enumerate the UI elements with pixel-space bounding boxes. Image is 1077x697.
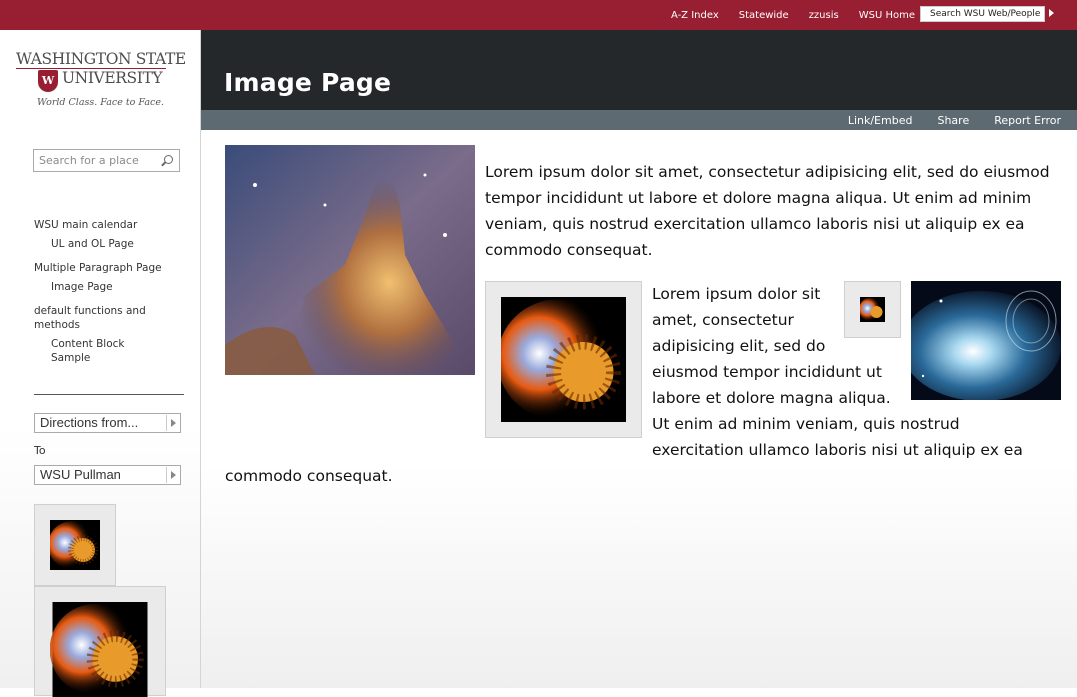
share-button[interactable]: Share bbox=[937, 114, 969, 127]
logo-line2: UNIVERSITY bbox=[62, 69, 163, 87]
paragraph-1: Lorem ipsum dolor sit amet, consectetur … bbox=[485, 163, 1050, 259]
paragraph-2-end: commodo consequat. bbox=[225, 467, 393, 485]
sidebar-item-wsu-main-calendar[interactable]: WSU main calendar bbox=[34, 218, 184, 232]
chevron-right-icon bbox=[171, 419, 176, 427]
place-search-input[interactable]: Search for a place bbox=[33, 149, 180, 172]
galaxy-image[interactable] bbox=[911, 281, 1061, 400]
select-separator bbox=[166, 415, 167, 431]
sidebar-item-multiple-paragraph-page[interactable]: Multiple Paragraph Page bbox=[34, 261, 184, 275]
main-content: Lorem ipsum dolor sit amet, consectetur … bbox=[201, 130, 1077, 688]
statewide-link[interactable]: Statewide bbox=[739, 10, 789, 21]
paragraph-2-line: exercitation ullamco laboris nisi ut ali… bbox=[652, 441, 1023, 459]
sidebar-divider bbox=[34, 394, 184, 395]
sidebar-item-content-block-sample[interactable]: Content Block Sample bbox=[34, 337, 141, 365]
to-label: To bbox=[34, 444, 46, 457]
chevron-right-icon bbox=[171, 471, 176, 479]
sidebar: WASHINGTON STATE W UNIVERSITY World Clas… bbox=[0, 30, 201, 697]
logo-line1: WASHINGTON STATE bbox=[16, 50, 186, 68]
directions-from-value: Directions from... bbox=[40, 415, 139, 430]
zzusis-link[interactable]: zzusis bbox=[809, 10, 839, 21]
sidebar-thumbnail-large[interactable] bbox=[34, 586, 166, 697]
exploding-star-image bbox=[501, 297, 626, 422]
link-embed-button[interactable]: Link/Embed bbox=[848, 114, 913, 127]
top-links: A-Z Index Statewide zzusis WSU Home bbox=[651, 0, 915, 30]
sidebar-item-default-functions[interactable]: default functions and methods bbox=[34, 304, 164, 332]
wsu-logo[interactable]: WASHINGTON STATE W UNIVERSITY World Clas… bbox=[16, 50, 186, 116]
directions-to-select[interactable]: WSU Pullman bbox=[34, 465, 181, 485]
az-index-link[interactable]: A-Z Index bbox=[671, 10, 719, 21]
search-icon[interactable] bbox=[164, 155, 173, 164]
top-bar: A-Z Index Statewide zzusis WSU Home Sear… bbox=[0, 0, 1077, 30]
page-header: Image Page bbox=[201, 30, 1077, 110]
content-thumbnail-frame[interactable] bbox=[485, 281, 642, 438]
search-go-icon[interactable] bbox=[1049, 9, 1054, 17]
directions-from-select[interactable]: Directions from... bbox=[34, 413, 181, 433]
sidebar-item-image-page[interactable]: Image Page bbox=[34, 280, 184, 294]
paragraph-2-line: Ut enim ad minim veniam, quis nostrud bbox=[652, 415, 960, 433]
select-separator bbox=[166, 467, 167, 483]
exploding-star-image bbox=[50, 602, 148, 697]
sidebar-item-ul-ol-page[interactable]: UL and OL Page bbox=[34, 237, 184, 251]
sidebar-thumbnail-small[interactable] bbox=[34, 504, 116, 586]
report-error-button[interactable]: Report Error bbox=[994, 114, 1061, 127]
wsu-search-input[interactable]: Search WSU Web/People bbox=[920, 6, 1045, 22]
place-search-placeholder: Search for a place bbox=[39, 154, 139, 167]
page-toolbar: Link/Embed Share Report Error bbox=[201, 110, 1077, 130]
cougar-shield-icon: W bbox=[38, 70, 58, 92]
page-title: Image Page bbox=[224, 68, 392, 97]
wsu-home-link[interactable]: WSU Home bbox=[859, 10, 915, 21]
logo-tagline: World Class. Face to Face. bbox=[37, 97, 164, 108]
sidebar-nav: WSU main calendar UL and OL Page Multipl… bbox=[34, 218, 184, 365]
content-mini-thumbnail[interactable] bbox=[844, 281, 901, 338]
exploding-star-image bbox=[50, 520, 100, 570]
directions-to-value: WSU Pullman bbox=[40, 467, 121, 482]
exploding-star-image bbox=[860, 297, 885, 322]
nebula-image[interactable] bbox=[225, 145, 475, 375]
